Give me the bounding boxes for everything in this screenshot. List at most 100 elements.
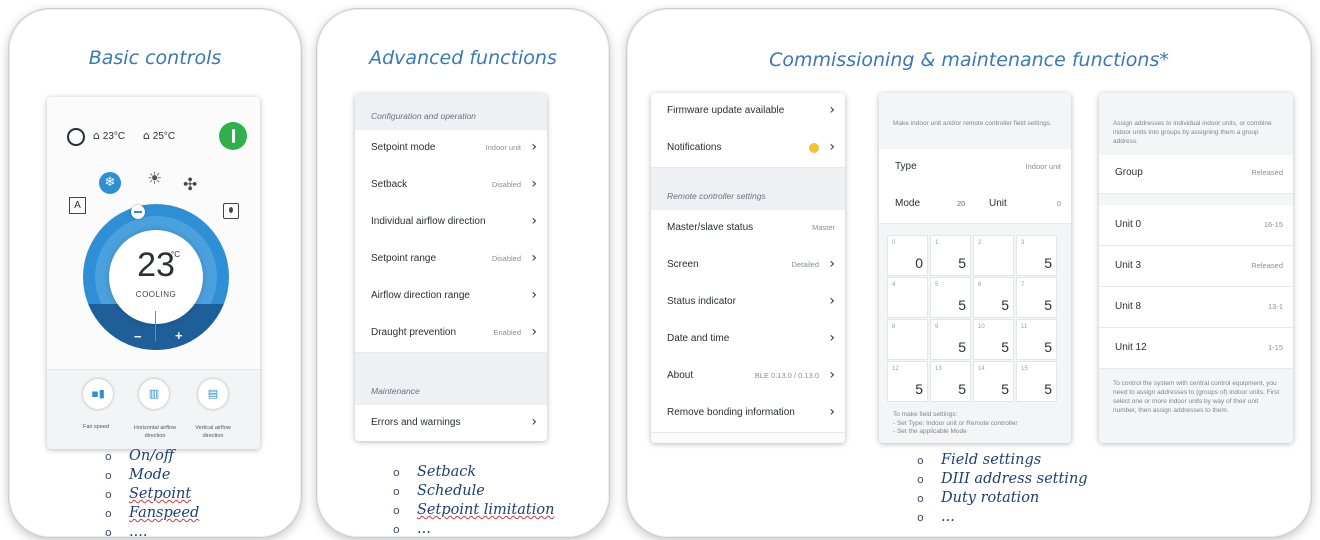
setpoint-unit: °C	[171, 250, 180, 259]
unit-row[interactable]: Unit 3 Released	[1099, 246, 1293, 287]
chevron-right-icon: ›	[531, 324, 537, 340]
grid-cell-1[interactable]: 15	[930, 235, 971, 276]
outdoor-icon: ⌂	[143, 129, 150, 142]
bullet-item: o...	[393, 521, 431, 537]
individual-airflow-row[interactable]: Individual airflow direction ›	[355, 204, 547, 242]
grid-cell-13[interactable]: 13 5	[930, 361, 971, 402]
bullet-item: o Fanspeed	[105, 505, 200, 521]
bullet-item: o Setpoint limitation	[393, 502, 555, 518]
dial-center: 23 °C COOLING	[109, 230, 203, 324]
address-footer: To control the system with central contr…	[1113, 380, 1280, 414]
fan-speed-button[interactable]: ▪▮	[83, 379, 113, 409]
grid-cell-10[interactable]: 10 5	[973, 319, 1014, 360]
outdoor-temp: ⌂ 25°C	[143, 129, 176, 142]
horizontal-airflow-label: Horizontal airflow direction	[133, 425, 177, 439]
grid-cell-4[interactable]: 4	[887, 277, 928, 318]
advanced-screen: Configuration and operation Setpoint mod…	[355, 94, 547, 441]
auto-mode-icon[interactable]: A	[69, 197, 86, 214]
settings-grid: 00 15 2 35 4 55 65 75 8 95 10 5 11 5 12 5 1…	[887, 235, 1063, 403]
grid-cell-9[interactable]: 95	[930, 319, 971, 360]
bullet-item: o Setback	[393, 464, 477, 480]
increase-button[interactable]: +	[175, 328, 183, 343]
unit-row[interactable]: Unit 0 16-15	[1099, 205, 1293, 246]
chevron-right-icon: ›	[829, 139, 835, 155]
remove-bonding-row[interactable]: Remove bonding information ›	[651, 395, 845, 433]
airflow-range-row[interactable]: Airflow direction range ›	[355, 278, 547, 316]
date-time-row[interactable]: Date and time ›	[651, 321, 845, 359]
fan-mode-icon[interactable]: ✣	[183, 175, 197, 195]
advanced-functions-title: Advanced functions	[369, 47, 557, 69]
grid-cell-14[interactable]: 14 5	[973, 361, 1014, 402]
draught-prevention-row[interactable]: Draught prevention Enabled ›	[355, 315, 547, 353]
section-remote-settings: Remote controller settings	[651, 168, 845, 210]
setpoint-value: 23	[137, 246, 175, 284]
firmware-update-row[interactable]: Firmware update available ›	[651, 93, 845, 131]
commissioning-title: Commissioning & maintenance functions*	[769, 49, 1169, 71]
basic-bullets: o On/off o Mode o Setpoint o Fanspeed o....	[105, 447, 200, 538]
basic-controls-panel: Basic controls ⌂ 23°C ⌂ 25°C ❄ ☀ ✣ A 23 …	[8, 8, 302, 538]
chevron-right-icon: ›	[531, 213, 537, 229]
power-icon	[231, 129, 235, 143]
vertical-airflow-label: Vertical airflow direction	[195, 425, 231, 439]
commissioning-bullets: o Field settings o DIII address setting oD…	[917, 451, 1088, 527]
decrease-button[interactable]: −	[134, 329, 142, 344]
address-intro: Assign addresses to individual indoor un…	[1113, 120, 1272, 145]
type-row[interactable]: Type Indoor unit	[879, 149, 1071, 187]
dial-handle[interactable]	[131, 205, 145, 219]
power-off-button[interactable]	[67, 128, 85, 146]
about-row[interactable]: About BLE 0.13.0 / 0.13.0 ›	[651, 358, 845, 396]
power-on-button[interactable]	[219, 122, 247, 150]
setpoint-mode-row[interactable]: Setpoint mode Indoor unit ›	[355, 130, 547, 168]
unit-row[interactable]: Unit 8 13-1	[1099, 287, 1293, 328]
grid-cell-5[interactable]: 55	[930, 277, 971, 318]
cool-mode-button[interactable]: ❄	[99, 172, 121, 194]
grid-cell-0[interactable]: 00	[887, 235, 928, 276]
errors-warnings-row[interactable]: Errors and warnings ›	[355, 405, 547, 441]
vertical-airflow-button[interactable]: ▤	[198, 379, 228, 409]
field-settings-footer: To make field settings: - Set Type: Indo…	[893, 411, 1018, 435]
mode-value: 20	[957, 199, 966, 208]
unit-row[interactable]: Unit 12 1-15	[1099, 328, 1293, 369]
bullet-item: o Field settings	[917, 452, 1042, 468]
grid-cell-15[interactable]: 15 5	[1016, 361, 1057, 402]
grid-cell-3[interactable]: 35	[1016, 235, 1057, 276]
grid-cell-8[interactable]: 8	[887, 319, 928, 360]
chevron-right-icon: ›	[829, 293, 835, 309]
horizontal-airflow-button[interactable]: ▥	[139, 379, 169, 409]
house-icon: ⌂	[93, 129, 100, 142]
group-row[interactable]: Group Released	[1099, 155, 1293, 194]
field-settings-screen: Make indoor unit and/or remote controlle…	[879, 93, 1071, 443]
status-indicator-row[interactable]: Status indicator ›	[651, 284, 845, 322]
bullet-item: o Duty rotation	[917, 490, 1040, 506]
grid-cell-12[interactable]: 12 5	[887, 361, 928, 402]
unit-label: Unit	[989, 198, 1007, 209]
bullet-item: o Mode	[105, 467, 171, 483]
grid-cell-6[interactable]: 65	[973, 277, 1014, 318]
bullet-item: o Schedule	[393, 483, 485, 499]
screen-row[interactable]: Screen Detailed ›	[651, 247, 845, 285]
master-slave-row[interactable]: Master/slave status Master	[651, 210, 845, 248]
setback-row[interactable]: Setback Disabled ›	[355, 167, 547, 205]
grid-cell-11[interactable]: 11 5	[1016, 319, 1057, 360]
chevron-right-icon: ›	[829, 102, 835, 118]
bullet-item: o...	[917, 509, 955, 525]
dry-mode-icon[interactable]	[223, 203, 239, 219]
section-configuration: Configuration and operation	[355, 94, 547, 130]
indoor-temp: ⌂ 23°C	[93, 129, 126, 142]
field-settings-intro: Make indoor unit and/or remote controlle…	[893, 120, 1052, 127]
grid-cell-2[interactable]: 2	[973, 235, 1014, 276]
setpoint-range-row[interactable]: Setpoint range Disabled ›	[355, 241, 547, 279]
grid-cell-7[interactable]: 75	[1016, 277, 1057, 318]
chevron-right-icon: ›	[829, 367, 835, 383]
bullet-item: o....	[105, 524, 148, 538]
sun-mode-icon[interactable]: ☀	[147, 169, 162, 189]
advanced-functions-panel: Advanced functions Configuration and ope…	[316, 8, 610, 538]
commissioning-panel: Commissioning & maintenance functions* F…	[626, 8, 1312, 538]
chevron-right-icon: ›	[531, 287, 537, 303]
notifications-row[interactable]: Notifications ›	[651, 130, 845, 168]
chevron-right-icon: ›	[829, 256, 835, 272]
chevron-right-icon: ›	[531, 176, 537, 192]
basic-controls-screen: ⌂ 23°C ⌂ 25°C ❄ ☀ ✣ A 23 °C COOLING − + …	[47, 97, 260, 449]
chevron-right-icon: ›	[829, 330, 835, 346]
mode-unit-row[interactable]: Mode 20 Unit 0	[879, 186, 1071, 224]
